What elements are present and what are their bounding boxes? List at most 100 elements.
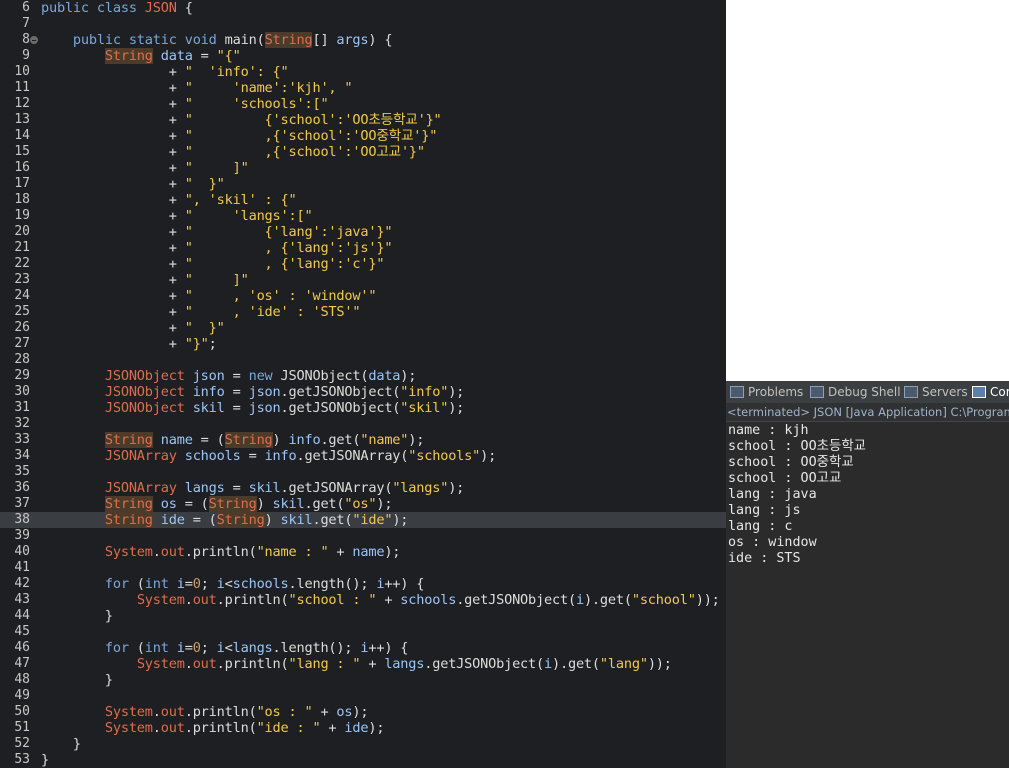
- line-number: 22: [14, 256, 30, 271]
- code-token: i: [216, 640, 225, 656]
- code-line[interactable]: 36 JSONArray langs = skil.getJSONArray("…: [0, 480, 726, 496]
- code-line[interactable]: 35: [0, 464, 726, 480]
- code-line[interactable]: 47 System.out.println("lang : " + langs.…: [0, 656, 726, 672]
- code-token: .println(: [216, 592, 289, 608]
- code-line[interactable]: 32: [0, 416, 726, 432]
- code-token: " 'schools':[": [184, 96, 329, 112]
- code-line[interactable]: 27 + "}";: [0, 336, 726, 352]
- code-line[interactable]: 20 + " {'lang':'java'}": [0, 224, 726, 240]
- code-line[interactable]: 46 for (int i=0; i<langs.length(); i++) …: [0, 640, 726, 656]
- code-line[interactable]: 7: [0, 16, 726, 32]
- code-line[interactable]: 33 String name = (String) info.get("name…: [0, 432, 726, 448]
- code-token: .: [152, 720, 161, 736]
- code-token: ;: [200, 640, 217, 656]
- code-line[interactable]: 24 + " , 'os' : 'window'": [0, 288, 726, 304]
- code-line[interactable]: 30 JSONObject info = json.getJSONObject(…: [0, 384, 726, 400]
- code-line[interactable]: 15 + " ,{'school':'OO고교'}": [0, 144, 726, 160]
- code-line[interactable]: 45: [0, 624, 726, 640]
- code-line[interactable]: 12 + " 'schools':[": [0, 96, 726, 112]
- code-text: + " }": [41, 320, 225, 336]
- code-line[interactable]: 53}: [0, 752, 726, 768]
- line-number: 34: [14, 448, 30, 463]
- code-line[interactable]: 8 public static void main(String[] args)…: [0, 32, 726, 48]
- code-line[interactable]: 29 JSONObject json = new JSONObject(data…: [0, 368, 726, 384]
- code-token: System: [104, 720, 153, 736]
- code-line[interactable]: 28: [0, 352, 726, 368]
- code-token: " {'lang':'java'}": [184, 224, 393, 240]
- code-token: +: [41, 64, 185, 80]
- code-line[interactable]: 51 System.out.println("ide : " + ide);: [0, 720, 726, 736]
- tab-debug-shell[interactable]: Debug Shell: [810, 381, 901, 403]
- code-line[interactable]: 48 }: [0, 672, 726, 688]
- tab-servers-label: Servers: [922, 385, 968, 399]
- code-line[interactable]: 10 + " 'info': {": [0, 64, 726, 80]
- console-output-line: lang : c: [728, 519, 793, 534]
- code-token: +: [41, 208, 185, 224]
- code-token: 0: [192, 576, 201, 592]
- line-number: 25: [14, 304, 30, 319]
- code-token: ++) {: [384, 576, 425, 592]
- code-token: i: [575, 592, 584, 608]
- code-token: ) {: [368, 32, 393, 48]
- code-line[interactable]: 43 System.out.println("school : " + scho…: [0, 592, 726, 608]
- code-line[interactable]: 31 JSONObject skil = json.getJSONObject(…: [0, 400, 726, 416]
- code-line[interactable]: 22 + " , {'lang':'c'}": [0, 256, 726, 272]
- tab-problems[interactable]: Problems: [730, 381, 803, 403]
- line-number: 23: [14, 272, 30, 287]
- tab-servers[interactable]: Servers: [904, 381, 968, 403]
- code-token: +: [41, 128, 185, 144]
- code-token: JSONArray: [104, 448, 177, 464]
- code-line[interactable]: 9 String data = "{": [0, 48, 726, 64]
- code-token: ;: [208, 336, 217, 352]
- code-token: "lang": [599, 656, 648, 672]
- code-line[interactable]: 21 + " , {'lang':'js'}": [0, 240, 726, 256]
- code-line[interactable]: 41: [0, 560, 726, 576]
- code-line[interactable]: 25 + " , 'ide' : 'STS'": [0, 304, 726, 320]
- code-token: .println(: [184, 704, 257, 720]
- code-token: +: [320, 720, 345, 736]
- tab-console[interactable]: Cor: [972, 381, 1009, 403]
- code-line[interactable]: 16 + " ]": [0, 160, 726, 176]
- code-line[interactable]: 42 for (int i=0; i<schools.length(); i++…: [0, 576, 726, 592]
- code-token: =: [224, 384, 249, 400]
- code-token: = (: [176, 496, 209, 512]
- code-line[interactable]: 19 + " 'langs':[": [0, 208, 726, 224]
- code-line[interactable]: 18 + ", 'skil' : {": [0, 192, 726, 208]
- code-line[interactable]: 40 System.out.println("name : " + name);: [0, 544, 726, 560]
- code-token: );: [400, 368, 417, 384]
- code-line[interactable]: 23 + " ]": [0, 272, 726, 288]
- code-text: + " 'schools':[": [41, 96, 329, 112]
- code-line[interactable]: 14 + " ,{'school':'OO중학교'}": [0, 128, 726, 144]
- code-token: +: [41, 144, 185, 160]
- fold-collapse-icon[interactable]: [30, 36, 38, 44]
- servers-icon: [904, 386, 918, 398]
- console-output[interactable]: name : kjh school : OO초등학교 school : OO중학교 s…: [728, 423, 1008, 567]
- code-line[interactable]: 50 System.out.println("os : " + os);: [0, 704, 726, 720]
- code-line[interactable]: 17 + " }": [0, 176, 726, 192]
- code-line[interactable]: 34 JSONArray schools = info.getJSONArray…: [0, 448, 726, 464]
- code-token: String: [104, 496, 153, 512]
- code-token: skil: [272, 496, 305, 512]
- code-line[interactable]: 52 }: [0, 736, 726, 752]
- code-token: out: [192, 656, 217, 672]
- code-token: .get(: [312, 512, 353, 528]
- code-line[interactable]: 39: [0, 528, 726, 544]
- code-text: + " 'langs':[": [41, 208, 313, 224]
- code-line[interactable]: 26 + " }": [0, 320, 726, 336]
- code-token: .: [152, 704, 161, 720]
- code-token: args: [336, 32, 369, 48]
- code-line[interactable]: 11 + " 'name':'kjh', ": [0, 80, 726, 96]
- code-line[interactable]: 44 }: [0, 608, 726, 624]
- code-line[interactable]: 6 public class JSON {: [0, 0, 726, 16]
- code-line[interactable]: 13 + " {'school':'OO초등학교'}": [0, 112, 726, 128]
- code-editor[interactable]: 6 public class JSON {7 8 public static voi…: [0, 0, 726, 768]
- code-line[interactable]: 37 String os = (String) skil.get("os");: [0, 496, 726, 512]
- tab-debug-shell-label: Debug Shell: [828, 385, 901, 399]
- code-line[interactable]: 38 String ide = (String) skil.get("ide")…: [0, 512, 726, 528]
- code-token: System: [136, 592, 185, 608]
- code-line[interactable]: 49: [0, 688, 726, 704]
